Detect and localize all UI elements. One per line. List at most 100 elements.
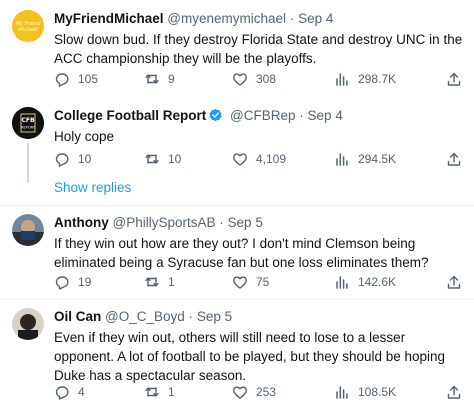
- share-icon: [447, 152, 461, 166]
- reply-count: 4: [78, 385, 85, 399]
- reply-count: 19: [78, 275, 92, 289]
- like-count: 253: [256, 385, 277, 399]
- like-button[interactable]: 253: [232, 384, 276, 400]
- tweet-3[interactable]: Anthony @PhillySportsAB · Sep 5 If they …: [0, 206, 474, 300]
- show-replies-link[interactable]: Show replies: [54, 180, 131, 195]
- tweet-2[interactable]: CFB REPORT College Football Report @CFBR…: [0, 96, 474, 206]
- views-button[interactable]: 294.5K: [334, 151, 396, 167]
- tweet-actions: 19 1 75 142.6K: [54, 274, 464, 292]
- retweet-icon: [145, 277, 159, 287]
- like-button[interactable]: 75: [232, 274, 269, 290]
- reply-button[interactable]: 19: [54, 274, 91, 290]
- reply-icon: [55, 153, 69, 167]
- retweet-count: 9: [168, 72, 175, 86]
- retweet-icon: [145, 154, 159, 164]
- reply-button[interactable]: 105: [54, 71, 98, 87]
- heart-icon: [233, 386, 247, 399]
- reply-button[interactable]: 4: [54, 384, 85, 400]
- reply-button[interactable]: 10: [54, 151, 91, 167]
- avatar[interactable]: CFB REPORT: [12, 107, 44, 139]
- separator-dot: ·: [299, 108, 304, 123]
- retweet-count: 1: [168, 275, 175, 289]
- reply-icon: [55, 386, 69, 400]
- tweet-date[interactable]: Sep 5: [197, 309, 232, 324]
- views-button[interactable]: 298.7K: [334, 71, 396, 87]
- views-icon: [336, 153, 348, 166]
- reply-icon: [55, 73, 69, 87]
- like-button[interactable]: 308: [232, 71, 276, 87]
- share-icon: [447, 275, 461, 289]
- tweet-header: Oil Can @O_C_Boyd · Sep 5: [54, 308, 466, 326]
- views-count: 142.6K: [358, 275, 397, 289]
- heart-icon: [233, 276, 247, 289]
- tweet-date[interactable]: Sep 4: [298, 11, 333, 26]
- like-count: 308: [256, 72, 277, 86]
- views-button[interactable]: 142.6K: [334, 274, 396, 290]
- retweet-button[interactable]: 1: [144, 384, 175, 400]
- share-button[interactable]: [446, 71, 462, 87]
- retweet-icon: [145, 74, 159, 84]
- author-name[interactable]: Oil Can: [54, 309, 101, 324]
- thread-connector-line: [27, 143, 29, 183]
- author-name[interactable]: MyFriendMichael: [54, 11, 164, 26]
- tweet-actions: 105 9 308 298.7K: [54, 71, 464, 89]
- like-button[interactable]: 4,109: [232, 151, 286, 167]
- share-button[interactable]: [446, 151, 462, 167]
- tweet-header: MyFriendMichael @myenemymichael · Sep 4: [54, 10, 466, 28]
- avatar-image-icon: [12, 214, 44, 246]
- reply-count: 105: [78, 72, 99, 86]
- tweet-actions: 4 1 253 108.5K: [54, 384, 464, 402]
- views-button[interactable]: 108.5K: [334, 384, 396, 400]
- author-name[interactable]: Anthony: [54, 215, 109, 230]
- svg-text:REPORT: REPORT: [21, 126, 36, 130]
- heart-icon: [233, 73, 247, 86]
- views-count: 108.5K: [358, 385, 397, 399]
- share-icon: [447, 72, 461, 86]
- views-icon: [336, 73, 348, 86]
- reply-count: 10: [78, 152, 92, 166]
- like-count: 4,109: [256, 152, 287, 166]
- retweet-icon: [145, 387, 159, 397]
- share-button[interactable]: [446, 274, 462, 290]
- tweet-date[interactable]: Sep 4: [308, 108, 343, 123]
- author-handle[interactable]: @PhillySportsAB: [113, 215, 216, 230]
- heart-icon: [233, 153, 247, 166]
- avatar[interactable]: [12, 214, 44, 246]
- tweet-1[interactable]: My Friend Michael MyFriendMichael @myene…: [0, 0, 474, 96]
- like-count: 75: [256, 275, 270, 289]
- tweet-text: If they win out how are they out? I don'…: [54, 236, 429, 270]
- avatar[interactable]: My Friend Michael: [12, 10, 44, 42]
- views-icon: [336, 386, 348, 399]
- tweet-text: Holy cope: [54, 129, 115, 144]
- tweet-header: Anthony @PhillySportsAB · Sep 5: [54, 214, 466, 232]
- svg-text:CFB: CFB: [21, 117, 35, 124]
- retweet-button[interactable]: 1: [144, 274, 175, 290]
- author-name[interactable]: College Football Report: [54, 108, 206, 123]
- avatar[interactable]: [12, 308, 44, 340]
- tweet-header: College Football Report @CFBRep · Sep 4: [54, 107, 466, 125]
- separator-dot: ·: [219, 215, 224, 230]
- tweet-date[interactable]: Sep 5: [228, 215, 263, 230]
- views-count: 298.7K: [358, 72, 397, 86]
- svg-text:Michael: Michael: [18, 27, 38, 33]
- tweet-text: Even if they win out, others will still …: [54, 330, 446, 383]
- cfb-report-logo-icon: CFB REPORT: [12, 107, 44, 139]
- share-button[interactable]: [446, 384, 462, 400]
- author-handle[interactable]: @CFBRep: [230, 108, 295, 123]
- share-icon: [447, 385, 461, 399]
- author-handle[interactable]: @myenemymichael: [167, 11, 286, 26]
- avatar-image-icon: [12, 308, 44, 340]
- separator-dot: ·: [188, 309, 194, 324]
- retweet-button[interactable]: 9: [144, 71, 175, 87]
- separator-dot: ·: [289, 11, 295, 26]
- tweet-4[interactable]: Oil Can @O_C_Boyd · Sep 5 Even if they w…: [0, 300, 474, 412]
- reply-icon: [55, 276, 69, 290]
- author-handle[interactable]: @O_C_Boyd: [105, 309, 185, 324]
- verified-badge-icon: [209, 108, 222, 122]
- tweet-actions: 10 10 4,109 294.5K: [54, 151, 464, 169]
- retweet-count: 10: [168, 152, 182, 166]
- avatar-image-icon: My Friend Michael: [12, 10, 44, 42]
- views-icon: [336, 276, 348, 289]
- retweet-button[interactable]: 10: [144, 151, 181, 167]
- tweet-text: Slow down bud. If they destroy Florida S…: [54, 32, 463, 66]
